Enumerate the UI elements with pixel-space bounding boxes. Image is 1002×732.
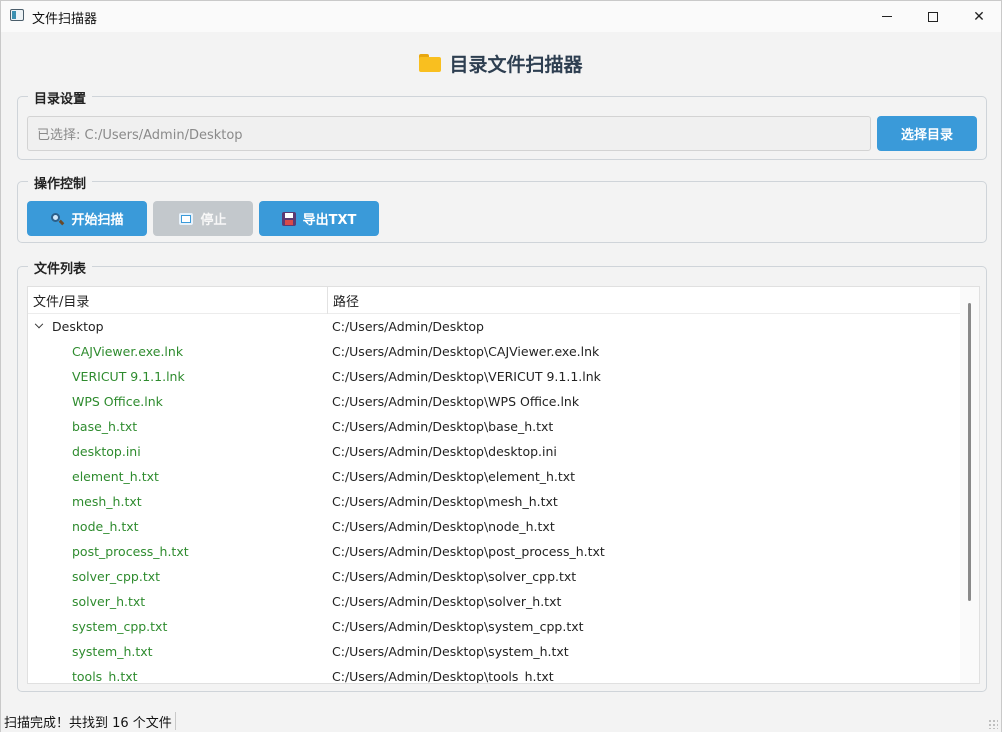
file-list-title: 文件列表 (28, 258, 93, 277)
maximize-button[interactable] (910, 1, 956, 32)
chevron-down-icon[interactable] (34, 319, 44, 328)
file-path-cell: C:/Users/Admin/Desktop\node_h.txt (332, 519, 555, 534)
app-window: 文件扫描器 ✕ 目录文件扫描器 目录设置 已选择: C:/Users/Admin… (0, 0, 1002, 732)
tree-rows: Desktop C:/Users/Admin/Desktop CAJViewer… (28, 314, 960, 684)
title-bar[interactable]: 文件扫描器 ✕ (1, 1, 1001, 32)
column-header-path[interactable]: 路径 (328, 287, 960, 314)
file-path-cell: C:/Users/Admin/Desktop\WPS Office.lnk (332, 394, 580, 409)
table-row[interactable]: solver_cpp.txt C:/Users/Admin/Desktop\sol… (28, 564, 960, 589)
table-row[interactable]: tools_h.txt C:/Users/Admin/Desktop\tools_… (28, 664, 960, 684)
file-name-cell: VERICUT 9.1.1.lnk (72, 369, 185, 384)
app-icon (10, 9, 24, 21)
table-row[interactable]: node_h.txt C:/Users/Admin/Desktop\node_h.… (28, 514, 960, 539)
file-name-cell: WPS Office.lnk (72, 394, 163, 409)
selected-directory-field[interactable]: 已选择: C:/Users/Admin/Desktop (27, 116, 871, 151)
operations-title: 操作控制 (28, 173, 93, 192)
table-row[interactable]: system_cpp.txt C:/Users/Admin/Desktop\sys… (28, 614, 960, 639)
stop-label: 停止 (200, 213, 227, 228)
file-path-cell: C:/Users/Admin/Desktop\base_h.txt (332, 419, 554, 434)
file-path-cell: C:/Users/Admin/Desktop\system_cpp.txt (332, 619, 584, 634)
table-row[interactable]: post_process_h.txt C:/Users/Admin/Desktop… (28, 539, 960, 564)
file-path-cell: C:/Users/Admin/Desktop\solver_h.txt (332, 594, 562, 609)
table-row[interactable]: system_h.txt C:/Users/Admin/Desktop\syste… (28, 639, 960, 664)
minimize-icon (882, 16, 892, 17)
root-name-cell: Desktop (28, 314, 328, 339)
table-row[interactable]: mesh_h.txt C:/Users/Admin/Desktop\mesh_h.… (28, 489, 960, 514)
export-txt-label: 导出TXT (302, 213, 357, 228)
vertical-scrollbar[interactable] (960, 287, 979, 683)
table-row[interactable]: base_h.txt C:/Users/Admin/Desktop\base_h.… (28, 414, 960, 439)
file-name-cell: post_process_h.txt (72, 544, 189, 559)
file-name-cell: CAJViewer.exe.lnk (72, 344, 184, 359)
column-header-name[interactable]: 文件/目录 (28, 287, 328, 314)
table-row[interactable]: CAJViewer.exe.lnk C:/Users/Admin/Desktop\… (28, 339, 960, 364)
floppy-disk-icon (281, 211, 296, 226)
table-row[interactable]: element_h.txt C:/Users/Admin/Desktop\elem… (28, 464, 960, 489)
window-title: 文件扫描器 (32, 12, 98, 27)
file-path-cell: C:/Users/Admin/Desktop\post_process_h.tx… (332, 544, 605, 559)
table-row[interactable]: desktop.ini C:/Users/Admin/Desktop\deskto… (28, 439, 960, 464)
start-scan-label: 开始扫描 (71, 213, 124, 228)
root-path-cell: C:/Users/Admin/Desktop (332, 319, 484, 334)
file-list-group: 文件列表 文件/目录 路径 Desktop C:/Users/Admin/Des… (17, 258, 987, 692)
search-icon (50, 212, 65, 226)
folder-icon (419, 54, 442, 72)
choose-directory-button[interactable]: 选择目录 (877, 116, 977, 151)
stop-button[interactable]: 停止 (153, 201, 253, 236)
status-message: 扫描完成！共找到 16 个文件 (4, 712, 176, 731)
start-scan-button[interactable]: 开始扫描 (27, 201, 147, 236)
file-name-cell: mesh_h.txt (72, 494, 142, 509)
file-name-cell: system_h.txt (72, 644, 153, 659)
file-name-cell: system_cpp.txt (72, 619, 168, 634)
file-name-cell: node_h.txt (72, 519, 139, 534)
table-row[interactable]: VERICUT 9.1.1.lnk C:/Users/Admin/Desktop\… (28, 364, 960, 389)
resize-grip-icon[interactable] (988, 719, 998, 729)
file-name-cell: base_h.txt (72, 419, 138, 434)
tree-header: 文件/目录 路径 (28, 287, 960, 314)
file-name-cell: solver_h.txt (72, 594, 146, 609)
close-button[interactable]: ✕ (956, 1, 1002, 32)
maximize-icon (928, 11, 938, 22)
file-path-cell: C:/Users/Admin/Desktop\CAJViewer.exe.lnk (332, 344, 600, 359)
file-path-cell: C:/Users/Admin/Desktop\system_h.txt (332, 644, 569, 659)
table-row[interactable]: solver_h.txt C:/Users/Admin/Desktop\solve… (28, 589, 960, 614)
file-name-cell: desktop.ini (72, 444, 141, 459)
file-path-cell: C:/Users/Admin/Desktop\desktop.ini (332, 444, 557, 459)
page-title: 目录文件扫描器 (449, 53, 583, 76)
directory-settings-title: 目录设置 (28, 88, 93, 107)
stop-icon (179, 212, 194, 225)
directory-settings-group: 目录设置 已选择: C:/Users/Admin/Desktop 选择目录 (17, 88, 987, 160)
root-name: Desktop (52, 319, 104, 334)
page-header: 目录文件扫描器 (1, 49, 1001, 77)
export-txt-button[interactable]: 导出TXT (259, 201, 379, 236)
operations-group: 操作控制 开始扫描 停止 导出TXT (17, 173, 987, 243)
scrollbar-thumb[interactable] (968, 303, 971, 601)
close-icon: ✕ (973, 8, 985, 25)
file-tree[interactable]: 文件/目录 路径 Desktop C:/Users/Admin/Desktop … (27, 286, 980, 684)
file-name-cell: solver_cpp.txt (72, 569, 161, 584)
table-row[interactable]: WPS Office.lnk C:/Users/Admin/Desktop\WPS… (28, 389, 960, 414)
file-path-cell: C:/Users/Admin/Desktop\VERICUT 9.1.1.lnk (332, 369, 601, 384)
file-path-cell: C:/Users/Admin/Desktop\solver_cpp.txt (332, 569, 577, 584)
file-path-cell: C:/Users/Admin/Desktop\tools_h.txt (332, 669, 554, 684)
status-bar: 扫描完成！共找到 16 个文件 (1, 709, 1001, 732)
file-name-cell: element_h.txt (72, 469, 159, 484)
tree-row-root[interactable]: Desktop C:/Users/Admin/Desktop (28, 314, 960, 339)
choose-directory-label: 选择目录 (900, 128, 953, 143)
minimize-button[interactable] (864, 1, 910, 32)
file-path-cell: C:/Users/Admin/Desktop\mesh_h.txt (332, 494, 558, 509)
file-name-cell: tools_h.txt (72, 669, 138, 684)
file-path-cell: C:/Users/Admin/Desktop\element_h.txt (332, 469, 576, 484)
